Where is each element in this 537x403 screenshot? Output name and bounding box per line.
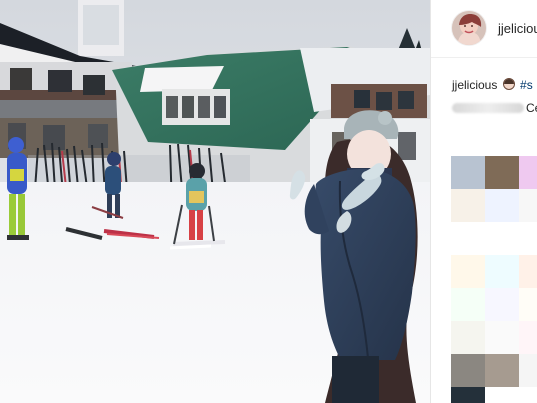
instagram-post-view: jjelicious jjelicious #s Ce [0, 0, 537, 403]
pixel-cell [485, 255, 519, 288]
pixelated-thumbnail-grid [451, 156, 537, 403]
pixel-cell [519, 156, 537, 189]
caption-hashtag[interactable]: #s [520, 78, 533, 92]
post-media[interactable] [0, 0, 430, 403]
pixel-cell [485, 156, 519, 189]
pixel-cell [519, 189, 537, 222]
post-username[interactable]: jjelicious [498, 21, 537, 36]
pixel-cell [451, 288, 485, 321]
pixel-cell [519, 387, 537, 403]
pixel-cell [485, 354, 519, 387]
caption-username[interactable]: jjelicious [452, 78, 497, 92]
profile-photo-icon [452, 11, 486, 45]
caption-line: jjelicious #s [452, 78, 533, 92]
pixel-cell [451, 354, 485, 387]
pixel-cell [485, 189, 519, 222]
comment-suffix: Ce [526, 101, 537, 115]
avatar-icon[interactable] [452, 11, 486, 45]
pixel-cell [451, 222, 485, 255]
pixel-cell [519, 288, 537, 321]
pixel-cell [485, 321, 519, 354]
post-header: jjelicious [431, 0, 537, 58]
pixel-cell [451, 255, 485, 288]
pixel-cell [451, 156, 485, 189]
pixel-cell [485, 288, 519, 321]
pixel-cell [519, 222, 537, 255]
redacted-comment [452, 103, 524, 113]
pixel-cell [519, 354, 537, 387]
post-sidebar: jjelicious jjelicious #s Ce [430, 0, 537, 403]
ski-scene-image [0, 0, 430, 403]
pixel-cell [519, 255, 537, 288]
face-emoji-icon [502, 78, 515, 90]
comment-preview: Ce [452, 101, 537, 115]
pixel-cell [451, 387, 485, 403]
pixel-cell [519, 321, 537, 354]
pixel-cell [451, 321, 485, 354]
pixel-cell [485, 387, 519, 403]
pixel-cell [451, 189, 485, 222]
pixel-cell [485, 222, 519, 255]
